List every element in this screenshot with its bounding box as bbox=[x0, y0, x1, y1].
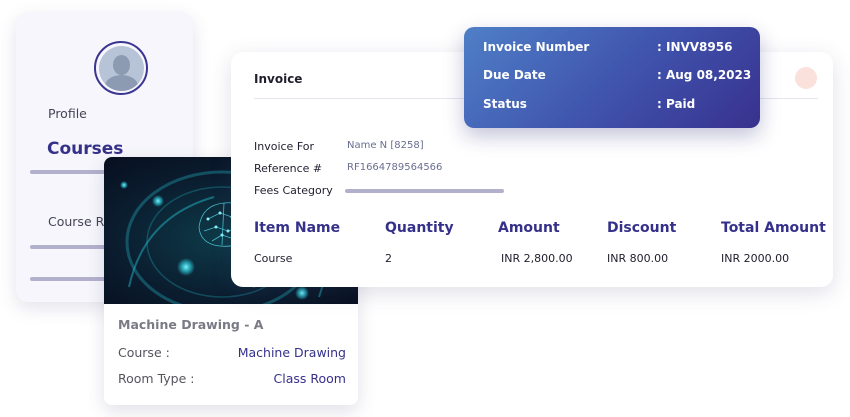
column-header-item-name: Item Name bbox=[254, 220, 341, 236]
column-header-quantity: Quantity bbox=[385, 220, 454, 236]
invoice-for-value: Name N [8258] bbox=[347, 140, 424, 151]
invoice-for-label: Invoice For bbox=[254, 140, 315, 153]
reference-label: Reference # bbox=[254, 162, 323, 175]
invoice-number-label: Invoice Number bbox=[483, 40, 590, 54]
room-type-key: Room Type : bbox=[118, 371, 195, 386]
column-header-total-amount: Total Amount bbox=[721, 220, 826, 236]
table-cell-item-name: Course bbox=[254, 252, 293, 265]
close-dot-icon[interactable] bbox=[795, 67, 817, 89]
invoice-number-value: : INVV8956 bbox=[657, 40, 733, 54]
room-type-value: Class Room bbox=[273, 371, 346, 386]
table-cell-amount: INR 2,800.00 bbox=[501, 252, 573, 265]
user-avatar-icon bbox=[98, 45, 144, 91]
due-date-label: Due Date bbox=[483, 68, 546, 82]
reference-value: RF1664789564566 bbox=[347, 162, 443, 173]
avatar[interactable] bbox=[94, 41, 148, 95]
table-cell-total-amount: INR 2000.00 bbox=[721, 252, 790, 265]
fees-category-label: Fees Category bbox=[254, 184, 333, 197]
fees-category-placeholder bbox=[345, 189, 504, 193]
course-value: Machine Drawing bbox=[237, 345, 346, 360]
course-key: Course : bbox=[118, 345, 170, 360]
courses-heading[interactable]: Courses bbox=[47, 139, 123, 159]
status-label: Status bbox=[483, 97, 527, 111]
profile-label: Profile bbox=[48, 106, 87, 121]
table-cell-quantity: 2 bbox=[385, 252, 392, 265]
column-header-amount: Amount bbox=[498, 220, 560, 236]
invoice-heading: Invoice bbox=[254, 72, 303, 86]
due-date-value: : Aug 08,2023 bbox=[657, 68, 752, 82]
status-value: : Paid bbox=[657, 97, 696, 111]
column-header-discount: Discount bbox=[607, 220, 677, 236]
course-title[interactable]: Machine Drawing - A bbox=[118, 317, 263, 332]
invoice-summary-popup: Invoice Number : INVV8956 Due Date : Aug… bbox=[464, 27, 760, 128]
table-cell-discount: INR 800.00 bbox=[607, 252, 669, 265]
